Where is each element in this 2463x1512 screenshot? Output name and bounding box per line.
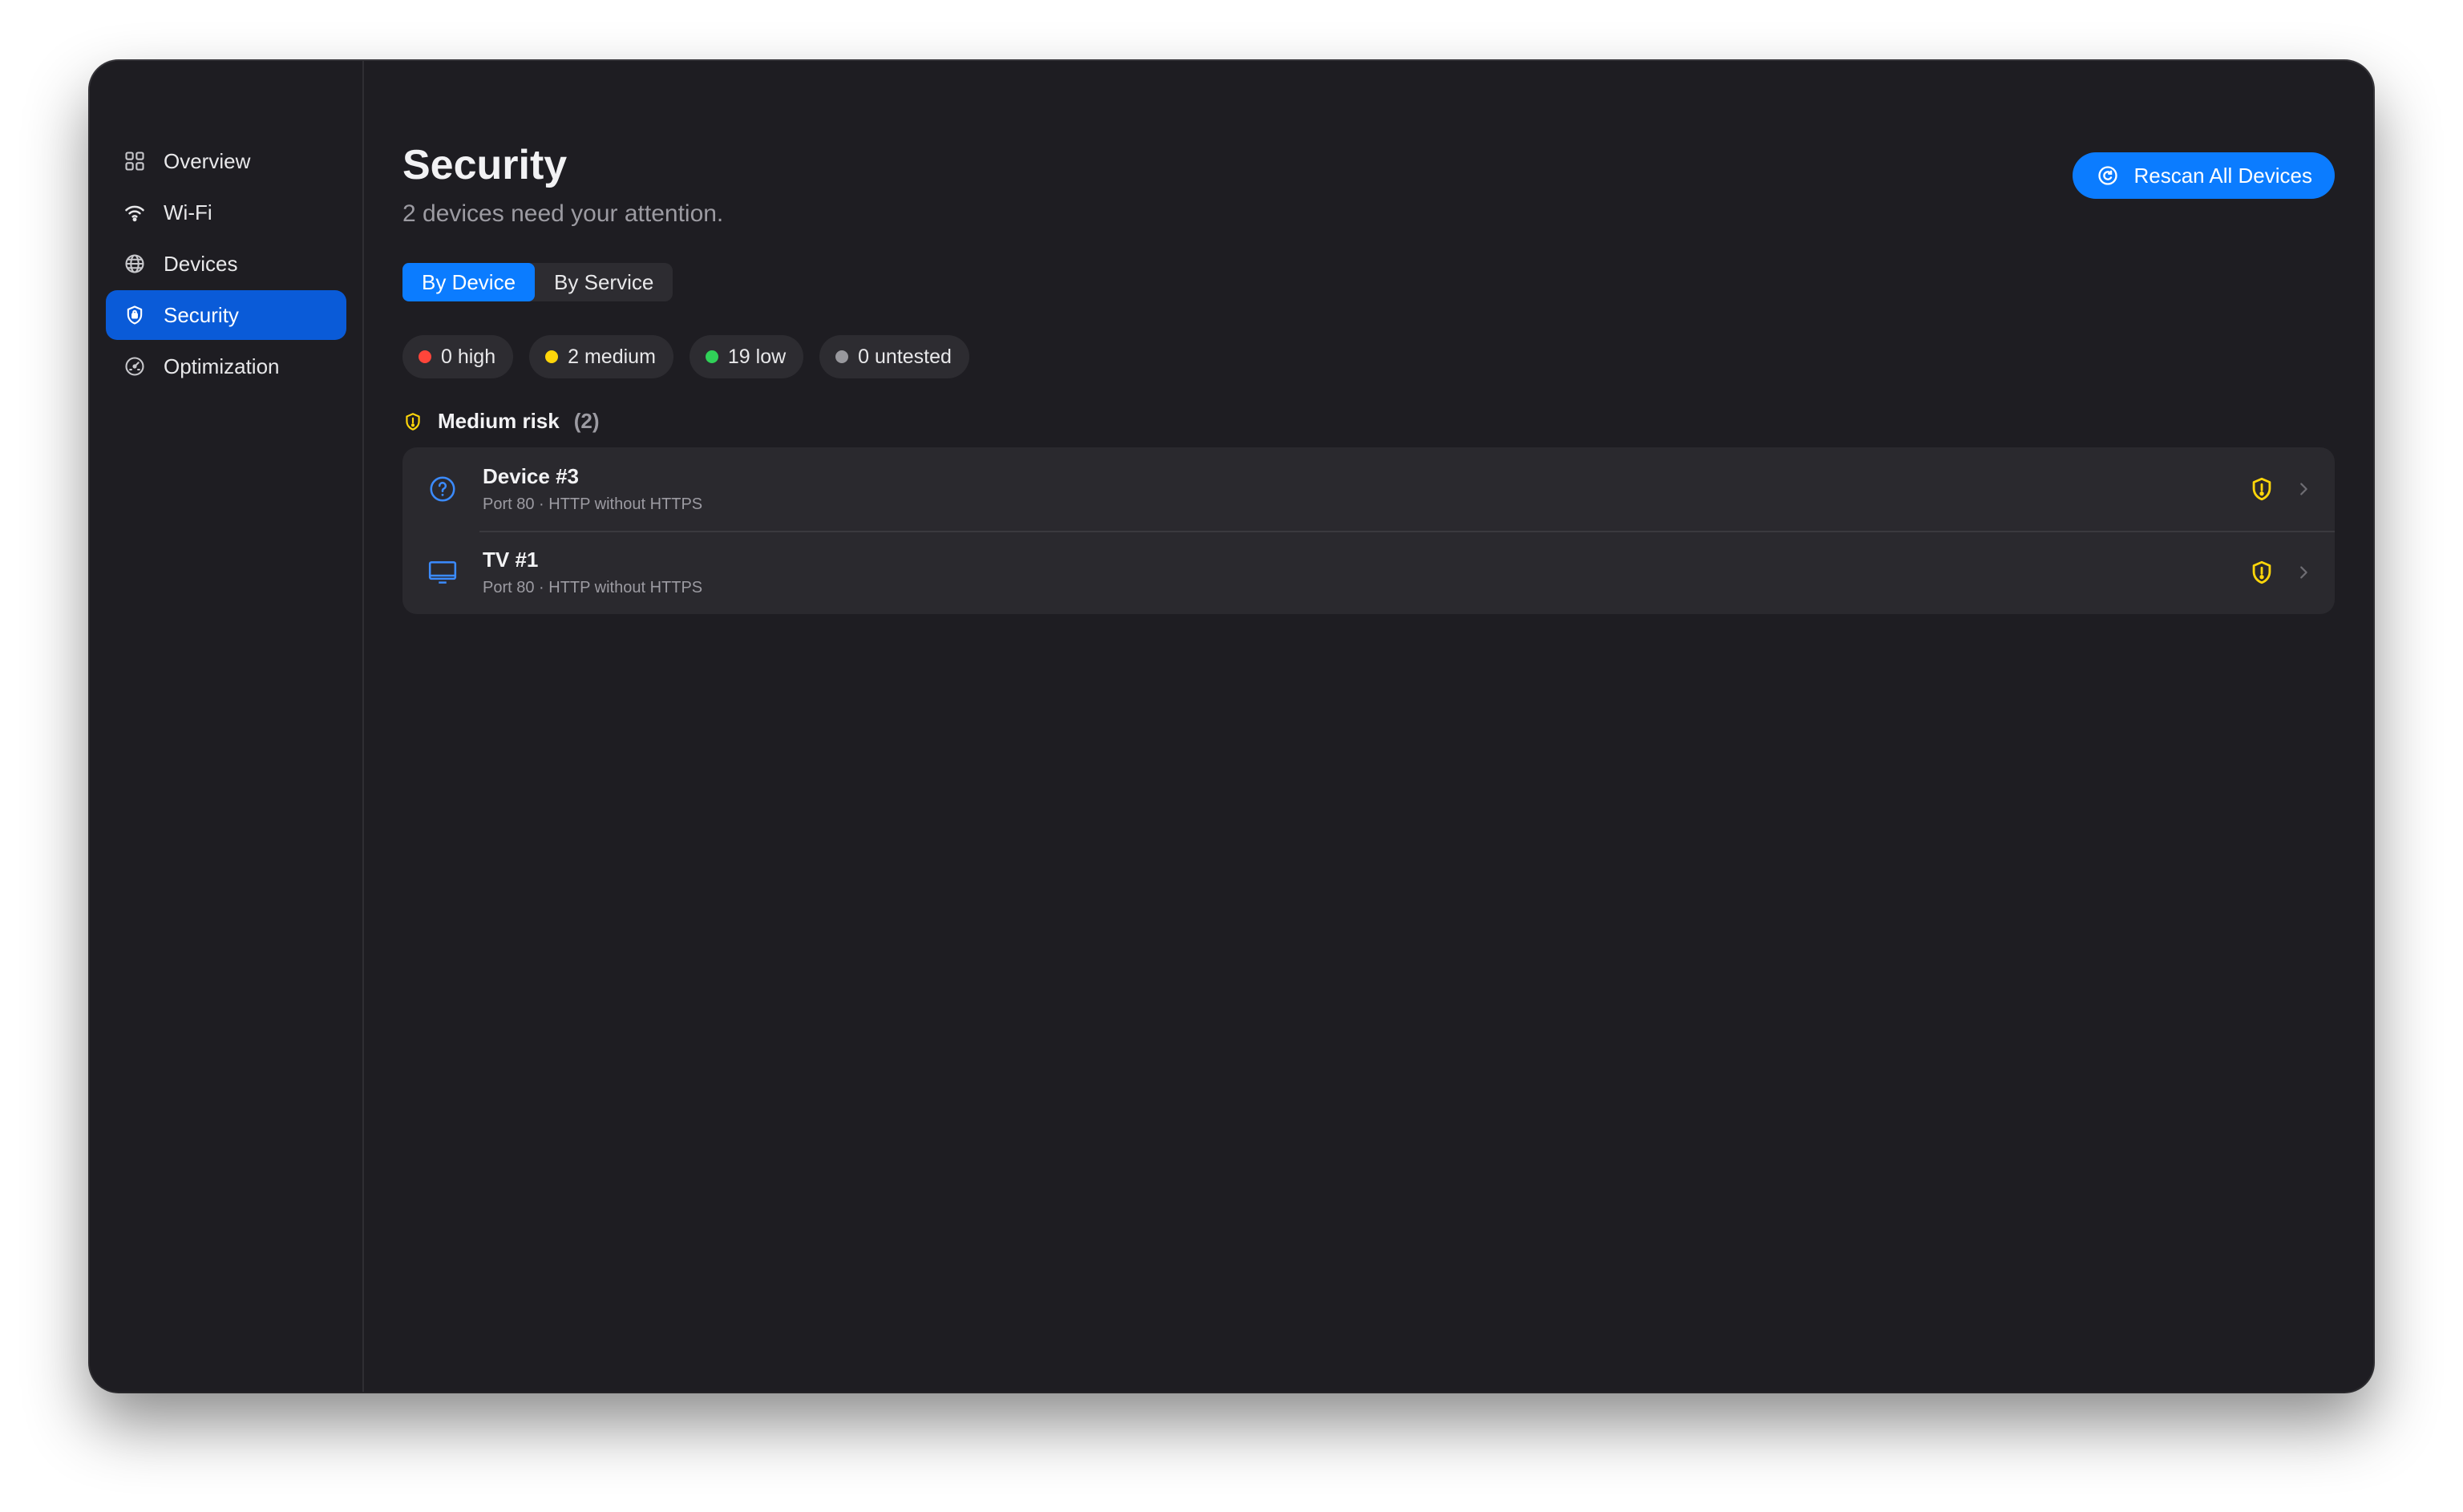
globe-icon [123, 253, 146, 275]
page-title: Security [402, 142, 568, 188]
list-item-text: Device #3 Port 80 · HTTP without HTTPS [483, 464, 2248, 514]
device-name: TV #1 [483, 548, 539, 572]
app-window: Overview Wi-Fi Devices Security Optimiza… [90, 61, 2373, 1392]
sidebar-item-label: Wi-Fi [164, 200, 212, 224]
gauge-icon [123, 355, 146, 378]
list-item-text: TV #1 Port 80 · HTTP without HTTPS [483, 548, 2248, 597]
question-circle-icon [427, 473, 459, 505]
wifi-icon [123, 201, 146, 224]
list-item[interactable]: TV #1 Port 80 · HTTP without HTTPS [402, 531, 2335, 614]
sidebar-item-optimization[interactable]: Optimization [106, 342, 346, 391]
sidebar-item-devices[interactable]: Devices [106, 239, 346, 289]
sidebar-item-label: Security [164, 302, 239, 327]
chevron-right-icon [2300, 483, 2307, 495]
yellow-dot-icon [545, 350, 559, 363]
risk-pill-label: 2 medium [568, 345, 656, 368]
page-subtitle: 2 devices need your attention. [402, 200, 724, 227]
sidebar-item-wifi[interactable]: Wi-Fi [106, 188, 346, 237]
red-dot-icon [419, 350, 431, 363]
device-name: Device #3 [483, 464, 579, 488]
device-detail: Port 80 · HTTP without HTTPS [483, 495, 703, 513]
grid-icon [123, 150, 146, 172]
risk-pill-untested: 0 untested [819, 335, 969, 378]
list-item[interactable]: Device #3 Port 80 · HTTP without HTTPS [402, 447, 2335, 531]
risk-summary: 0 high 2 medium 19 low 0 untested [402, 335, 969, 378]
segment-by-service[interactable]: By Service [535, 263, 673, 301]
risk-pill-label: 19 low [727, 345, 787, 368]
shield-icon [123, 304, 146, 326]
warning-shield-icon [406, 412, 420, 431]
view-segmented-control: By Device By Service [402, 263, 673, 301]
warning-shield-icon [2252, 560, 2271, 584]
segment-by-device[interactable]: By Device [402, 263, 536, 301]
refresh-icon [2098, 166, 2118, 185]
risk-pill-medium: 2 medium [529, 335, 673, 378]
green-dot-icon [705, 350, 718, 363]
sidebar-item-overview[interactable]: Overview [106, 136, 346, 186]
risk-pill-label: 0 untested [858, 345, 952, 368]
gray-dot-icon [835, 350, 849, 363]
rescan-all-devices-button[interactable]: Rescan All Devices [2073, 152, 2335, 199]
medium-risk-section-header: Medium risk (2) [402, 409, 600, 434]
sidebar-item-security[interactable]: Security [106, 290, 346, 340]
rescan-label: Rescan All Devices [2133, 163, 2312, 188]
main-content: Security 2 devices need your attention. … [402, 61, 2335, 1392]
device-detail: Port 80 · HTTP without HTTPS [483, 579, 703, 596]
sidebar-item-label: Devices [164, 251, 238, 276]
section-title: Medium risk [438, 409, 560, 433]
sidebar-item-label: Overview [164, 148, 251, 173]
warning-shield-icon [2252, 477, 2271, 501]
risk-pill-high: 0 high [402, 335, 514, 378]
section-count: (2) [573, 409, 600, 433]
risk-pill-low: 19 low [689, 335, 804, 378]
tv-icon [427, 556, 459, 588]
device-list: Device #3 Port 80 · HTTP without HTTPS T… [402, 447, 2335, 614]
sidebar: Overview Wi-Fi Devices Security Optimiza… [90, 61, 364, 1392]
chevron-right-icon [2300, 566, 2307, 579]
risk-pill-label: 0 high [441, 345, 496, 368]
sidebar-item-label: Optimization [164, 354, 280, 378]
sidebar-nav: Overview Wi-Fi Devices Security Optimiza… [106, 136, 346, 393]
